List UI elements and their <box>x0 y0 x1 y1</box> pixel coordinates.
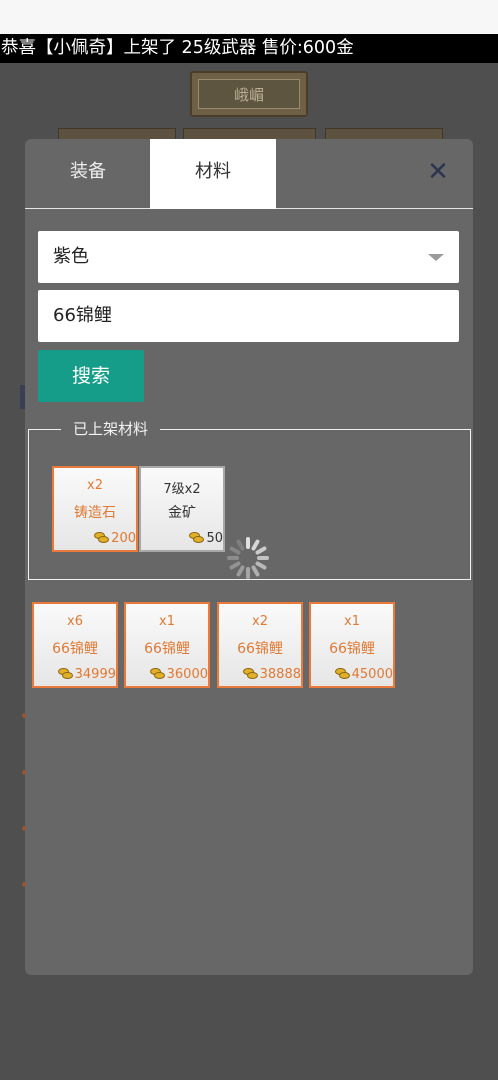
item-price-value: 50 <box>206 531 223 546</box>
close-icon[interactable]: ✕ <box>423 157 453 187</box>
item-price: 36000 <box>149 667 208 682</box>
quality-select[interactable]: 紫色 <box>38 231 459 283</box>
item-price-value: 34999 <box>74 667 116 682</box>
loading-spinner-icon <box>225 535 271 581</box>
market-dialog: 装备 材料 ✕ 紫色 搜索 已上架材料 x2 铸造石 200 7级x2 金矿 5… <box>25 139 473 975</box>
item-price-value: 200 <box>111 531 136 546</box>
announcement-ticker: 恭喜【小佩奇】上架了 25级武器 售价:600金 <box>0 34 498 63</box>
item-price: 200 <box>94 531 136 546</box>
item-price-value: 36000 <box>166 667 208 682</box>
result-item-card[interactable]: x1 66锦鲤 36000 <box>124 602 210 688</box>
gold-coin-icon <box>94 532 110 545</box>
location-sign: 峨嵋 <box>190 71 308 117</box>
search-button[interactable]: 搜索 <box>38 350 144 402</box>
item-quantity: 7级x2 <box>163 482 201 497</box>
item-price: 45000 <box>334 667 393 682</box>
gold-coin-icon <box>334 668 351 681</box>
location-sign-label: 峨嵋 <box>198 79 300 109</box>
result-item-card[interactable]: x2 66锦鲤 38888 <box>217 602 303 688</box>
listed-materials-title: 已上架材料 <box>61 418 161 440</box>
item-price: 38888 <box>242 667 301 682</box>
chevron-down-icon <box>428 254 444 261</box>
item-quantity: x6 <box>67 614 83 629</box>
gold-coin-icon <box>149 668 166 681</box>
search-input[interactable] <box>38 290 459 342</box>
result-item-card[interactable]: x1 66锦鲤 45000 <box>309 602 395 688</box>
listed-item-card[interactable]: x2 铸造石 200 <box>52 466 138 552</box>
item-name: 66锦鲤 <box>329 641 375 657</box>
item-quantity: x1 <box>159 614 175 629</box>
quality-select-value: 紫色 <box>53 246 89 267</box>
tab-materials[interactable]: 材料 <box>150 139 276 209</box>
item-name: 金矿 <box>168 505 196 521</box>
gold-coin-icon <box>189 532 205 545</box>
item-price: 34999 <box>57 667 116 682</box>
item-name: 66锦鲤 <box>144 641 190 657</box>
tab-bar: 装备 材料 ✕ <box>25 139 473 209</box>
gold-coin-icon <box>57 668 74 681</box>
item-name: 铸造石 <box>74 505 116 521</box>
listed-item-card[interactable]: 7级x2 金矿 50 <box>139 466 225 552</box>
item-price-value: 45000 <box>351 667 393 682</box>
item-quantity: x2 <box>87 478 103 493</box>
item-price-value: 38888 <box>259 667 301 682</box>
item-name: 66锦鲤 <box>237 641 283 657</box>
item-quantity: x2 <box>252 614 268 629</box>
item-quantity: x1 <box>344 614 360 629</box>
gold-coin-icon <box>242 668 259 681</box>
tab-equipment[interactable]: 装备 <box>25 139 151 209</box>
result-item-card[interactable]: x6 66锦鲤 34999 <box>32 602 118 688</box>
item-price: 50 <box>189 531 223 546</box>
status-bar <box>0 0 498 34</box>
item-name: 66锦鲤 <box>52 641 98 657</box>
